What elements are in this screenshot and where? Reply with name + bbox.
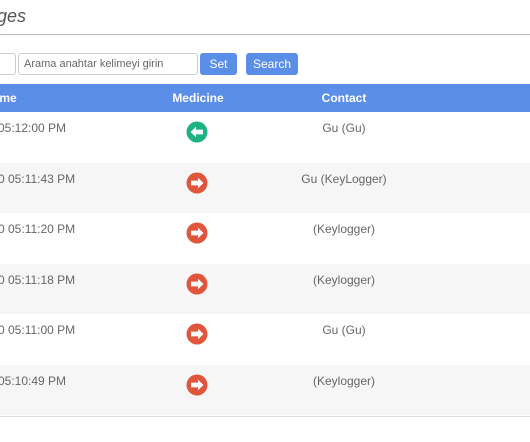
table-bottom-border xyxy=(0,416,530,417)
column-header-medicine[interactable]: Medicine xyxy=(172,84,224,112)
table-header: ime Medicine Contact xyxy=(0,84,530,112)
row-time: 05:10:49 PM xyxy=(0,373,67,388)
row-time: 0 05:11:43 PM xyxy=(0,171,76,186)
page-title: ges xyxy=(0,6,27,26)
row-contact: (Keylogger) xyxy=(312,272,376,287)
row-time: 05:12:00 PM xyxy=(0,121,67,135)
search-toolbar: Set Search xyxy=(0,53,530,75)
set-button[interactable]: Set xyxy=(200,53,237,75)
arrow-left-circle-icon xyxy=(186,121,208,143)
row-time: 0 05:11:00 PM xyxy=(0,323,76,337)
arrow-right-circle-icon xyxy=(186,222,208,244)
row-time: 0 05:11:20 PM xyxy=(0,222,76,236)
column-header-contact[interactable]: Contact xyxy=(294,84,394,112)
table-row[interactable]: 05:12:00 PM Gu (Gu) xyxy=(0,112,530,163)
table-row[interactable]: 0 05:11:18 PM (Keylogger) xyxy=(0,263,530,314)
row-contact: Gu (Gu) xyxy=(322,323,366,337)
table-row[interactable]: 0 05:11:20 PM (Keylogger) xyxy=(0,213,530,264)
filter-field[interactable] xyxy=(0,53,16,75)
messages-page: ges Set Search ime Medicine Contact 05:1… xyxy=(0,0,530,442)
row-time: 0 05:11:18 PM xyxy=(0,272,76,287)
column-header-time[interactable]: ime xyxy=(0,84,17,112)
row-contact: Gu (Gu) xyxy=(322,121,366,135)
messages-table: ime Medicine Contact 05:12:00 PMGu (Gu)0… xyxy=(0,84,530,415)
arrow-right-circle-icon xyxy=(186,172,208,194)
table-body: 05:12:00 PM Gu (Gu) 0 05:11:43 PM Gu (KeyLo… xyxy=(0,112,530,415)
row-contact: (Keylogger) xyxy=(312,373,376,388)
row-contact: Gu (KeyLogger) xyxy=(301,171,387,186)
row-contact: (Keylogger) xyxy=(312,222,376,236)
title-divider xyxy=(0,34,530,35)
search-button[interactable]: Search xyxy=(246,53,298,75)
table-row[interactable]: 05:10:49 PM (Keylogger) xyxy=(0,364,530,415)
arrow-right-circle-icon xyxy=(186,273,208,295)
table-row[interactable]: 0 05:11:43 PM Gu (KeyLogger) xyxy=(0,162,530,213)
arrow-right-circle-icon xyxy=(186,323,208,345)
table-row[interactable]: 0 05:11:00 PM Gu (Gu) xyxy=(0,314,530,365)
arrow-right-circle-icon xyxy=(186,374,208,396)
search-input[interactable] xyxy=(18,53,198,75)
